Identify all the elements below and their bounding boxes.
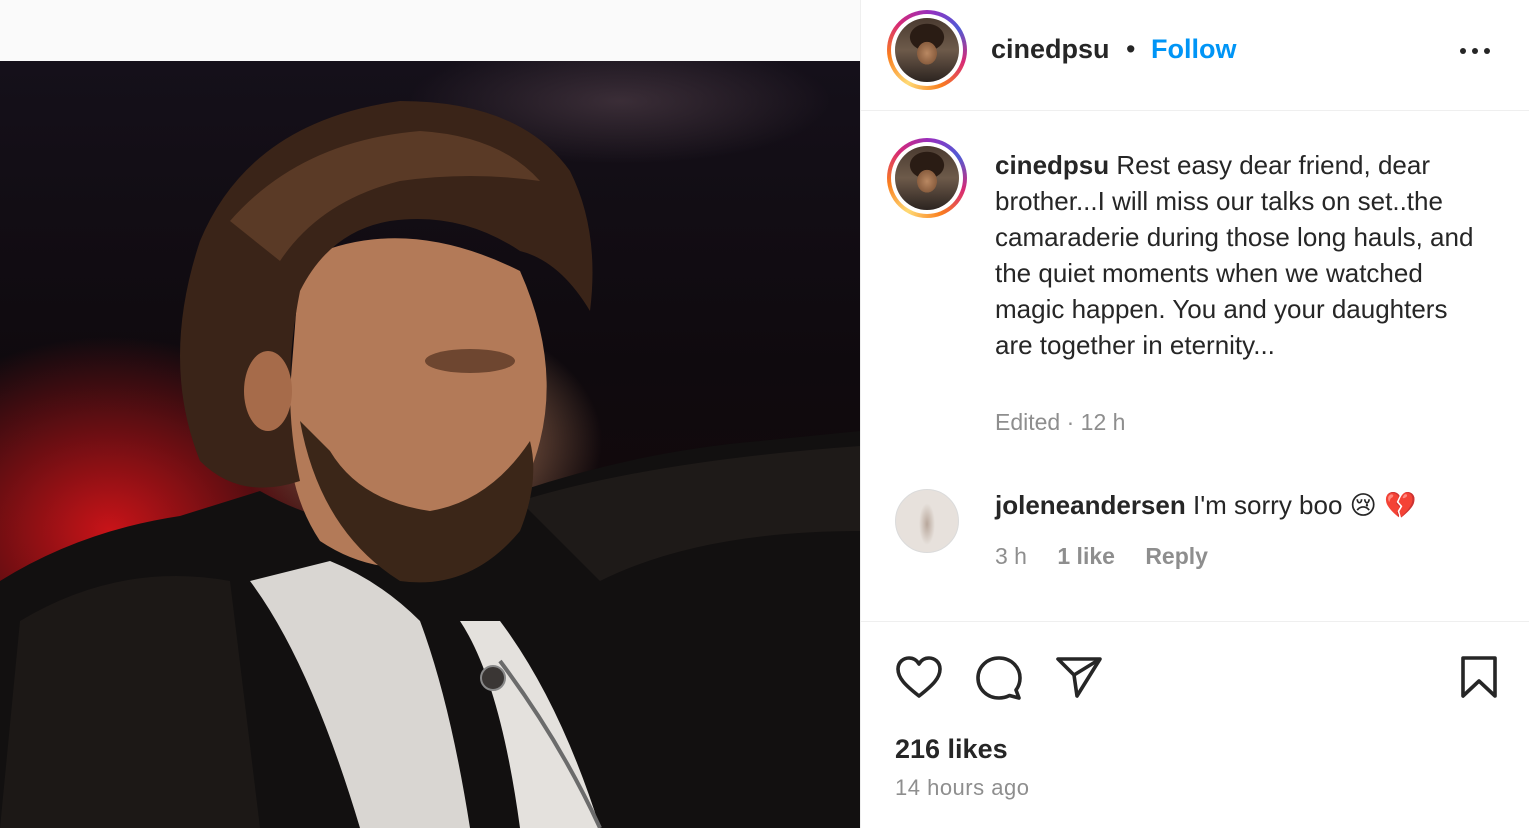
bookmark-icon[interactable]	[1459, 655, 1499, 704]
post-photo[interactable]	[0, 61, 860, 828]
photo-illustration	[0, 101, 860, 828]
commenter-username[interactable]: joleneandersen	[995, 490, 1186, 520]
share-icon[interactable]	[1055, 655, 1103, 704]
post-timestamp: 14 hours ago	[895, 775, 1030, 800]
comment-icon[interactable]	[975, 655, 1023, 706]
comment-body: I'm sorry boo 😢 💔	[1192, 490, 1417, 520]
comment-meta: 3 h 1 like Reply	[995, 543, 1208, 570]
comment-time: 3 h	[995, 543, 1027, 569]
comment-likes[interactable]: 1 like	[1057, 543, 1115, 569]
comment: joleneandersen I'm sorry boo 😢 💔	[995, 490, 1416, 521]
author-username[interactable]: cinedpsu	[991, 34, 1110, 65]
caption-body: Rest easy dear friend, dear brother...I …	[995, 150, 1474, 360]
post-header: cinedpsu • Follow	[861, 0, 1529, 111]
follow-button[interactable]: Follow	[1151, 34, 1236, 65]
caption: cinedpsu Rest easy dear friend, dear bro…	[995, 147, 1485, 363]
caption-author-avatar[interactable]	[887, 138, 967, 218]
reply-button[interactable]: Reply	[1145, 543, 1208, 569]
separator-dot: •	[1126, 34, 1136, 64]
action-bar: 216 likes 14 hours ago	[861, 621, 1529, 828]
author-avatar-image	[895, 18, 959, 82]
more-options-icon[interactable]	[1455, 36, 1495, 66]
instagram-post-page: cinedpsu • Follow cinedpsu Rest easy dea…	[0, 0, 1529, 828]
media-panel	[0, 0, 860, 828]
commenter-avatar[interactable]	[895, 489, 959, 553]
heart-icon[interactable]	[895, 655, 943, 704]
post-sidebar: cinedpsu • Follow cinedpsu Rest easy dea…	[860, 0, 1529, 828]
author-avatar[interactable]	[887, 10, 967, 90]
likes-count[interactable]: 216 likes	[895, 734, 1008, 765]
caption-username[interactable]: cinedpsu	[995, 150, 1109, 180]
caption-avatar-image	[895, 146, 959, 210]
caption-meta: Edited · 12 h	[995, 409, 1126, 435]
